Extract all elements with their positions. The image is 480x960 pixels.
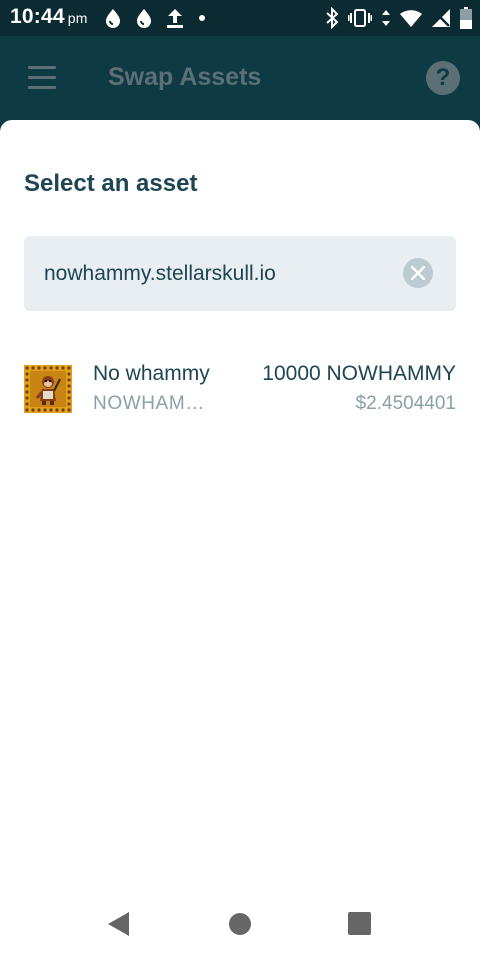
asset-list-item[interactable]: No whammy NOWHAM… 10000 NOWHAMMY $2.4504… — [24, 360, 456, 416]
back-icon[interactable] — [107, 911, 131, 942]
vibrate-icon — [348, 8, 372, 28]
status-time: 10:44 pm — [10, 5, 88, 29]
recents-icon[interactable] — [348, 912, 371, 935]
asset-fiat-value: $2.4504401 — [355, 393, 456, 414]
home-icon[interactable] — [229, 913, 251, 935]
drop-icon — [135, 8, 153, 28]
search-box — [24, 236, 456, 311]
app-title: Swap Assets — [108, 63, 262, 91]
asset-code: NOWHAM… — [93, 393, 205, 414]
bluetooth-icon — [325, 7, 339, 29]
search-input[interactable] — [44, 236, 394, 311]
dot-icon — [197, 13, 207, 23]
status-system-icons — [325, 7, 472, 29]
status-notification-icons — [104, 7, 207, 29]
upload-icon — [166, 7, 184, 29]
asset-name: No whammy — [93, 362, 210, 385]
help-icon[interactable]: ? — [426, 61, 460, 95]
asset-balance: 10000 NOWHAMMY — [262, 362, 456, 385]
data-arrows-icon — [381, 8, 391, 28]
hamburger-icon[interactable] — [28, 66, 56, 90]
status-time-value: 10:44 — [10, 5, 65, 28]
drop-icon — [104, 8, 122, 28]
asset-logo — [24, 365, 72, 413]
no-signal-icon — [431, 8, 451, 28]
asset-picker-sheet: Select an asset nowhammy.stellarskull.io… — [0, 120, 480, 890]
wifi-icon — [400, 9, 422, 27]
clear-search-button[interactable] — [403, 258, 433, 288]
status-time-ampm: pm — [67, 10, 88, 26]
battery-icon — [460, 7, 472, 29]
status-bar: 10:44 pm — [0, 0, 480, 36]
navigation-bar — [0, 890, 480, 960]
sheet-title: Select an asset — [24, 170, 198, 197]
close-icon — [411, 266, 425, 280]
